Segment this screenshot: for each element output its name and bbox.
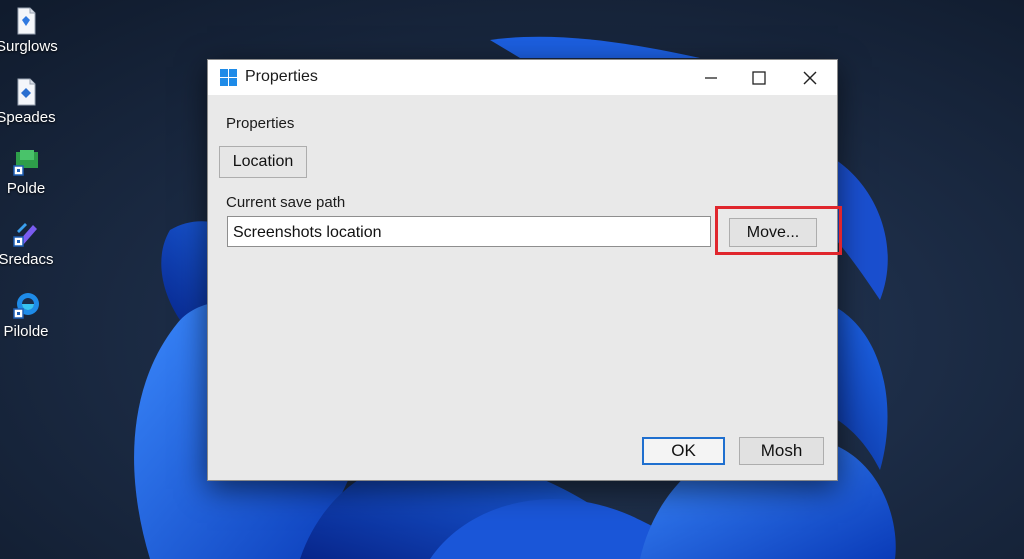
monitor-icon: [11, 148, 41, 178]
pen-icon: [11, 219, 41, 249]
section-heading: Properties: [226, 115, 295, 132]
desktop-icon-label: Surglows: [0, 38, 58, 55]
windows-logo-icon: [220, 69, 237, 86]
desktop-icon-label: Sredacs: [0, 251, 54, 268]
desktop-icon-pilolde[interactable]: Pilolde: [0, 291, 56, 341]
desktop-icon-label: Polde: [6, 180, 46, 197]
ok-button[interactable]: OK: [642, 437, 725, 465]
save-path-label: Current save path: [226, 194, 346, 211]
properties-dialog: Properties Properties Location Current s…: [207, 59, 842, 481]
save-path-field[interactable]: Screenshots location: [227, 216, 711, 247]
document-icon: [11, 6, 41, 36]
close-icon: [803, 71, 817, 84]
document-icon: [11, 77, 41, 107]
maximize-icon: [752, 70, 766, 85]
mosh-button[interactable]: Mosh: [739, 437, 824, 465]
desktop-icon-surglows[interactable]: Surglows: [0, 6, 58, 56]
desktop-icon-speades[interactable]: Speades: [0, 77, 56, 127]
window-title: Properties: [245, 68, 318, 85]
close-button[interactable]: [787, 60, 833, 95]
edge-icon: [11, 291, 41, 321]
dialog-content: Properties Location Current save path Sc…: [208, 95, 842, 480]
location-tab[interactable]: Location: [219, 146, 307, 178]
minimize-button[interactable]: [688, 60, 734, 95]
minimize-icon: [705, 76, 717, 79]
desktop-icon-label: Speades: [0, 109, 56, 126]
desktop-icon-label: Pilolde: [3, 323, 49, 340]
desktop-icon-sredacs[interactable]: Sredacs: [0, 219, 56, 269]
title-bar[interactable]: Properties: [208, 60, 837, 95]
desktop-icon-polde[interactable]: Polde: [0, 148, 56, 198]
maximize-button[interactable]: [736, 60, 782, 95]
move-button[interactable]: Move...: [729, 218, 817, 247]
